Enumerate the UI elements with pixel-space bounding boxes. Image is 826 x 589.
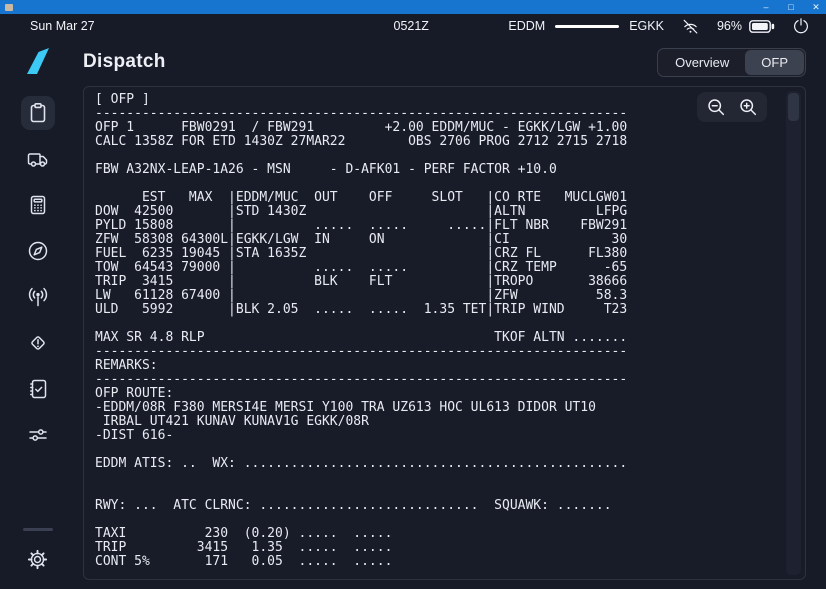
calculator-icon (26, 193, 50, 217)
window-close-button[interactable]: ✕ (811, 0, 821, 14)
page-title: Dispatch (83, 51, 166, 73)
flight-progress-bar (555, 25, 619, 28)
battery-icon (749, 20, 775, 33)
scrollbar-thumb[interactable] (788, 93, 799, 121)
origin-code: EDDM (508, 19, 545, 33)
window-titlebar[interactable]: – □ ✕ (0, 0, 826, 14)
zoom-in-icon (737, 96, 759, 118)
sidebar-item-navigation[interactable] (21, 234, 55, 268)
status-time: 0521Z (394, 19, 429, 33)
wifi-off-icon[interactable] (681, 17, 700, 36)
gear-icon (26, 548, 49, 571)
sidebar-item-atc[interactable] (21, 280, 55, 314)
power-icon[interactable] (792, 17, 810, 35)
clipboard-icon (26, 101, 50, 125)
tab-overview[interactable]: Overview (659, 50, 745, 75)
checklist-icon (26, 377, 50, 401)
sidebar-item-failures[interactable] (21, 326, 55, 360)
view-switcher: Overview OFP (657, 48, 806, 77)
status-date: Sun Mar 27 (16, 19, 95, 33)
window-controls: – □ ✕ (761, 0, 821, 14)
antenna-icon (26, 285, 50, 309)
sidebar-item-performance[interactable] (21, 188, 55, 222)
app-icon (5, 4, 13, 11)
sidebar-item-ground[interactable] (21, 142, 55, 176)
tab-ofp[interactable]: OFP (745, 50, 804, 75)
zoom-toolbar (697, 92, 767, 122)
sidebar-divider (23, 528, 53, 531)
sliders-icon (26, 423, 50, 447)
window-minimize-button[interactable]: – (761, 0, 771, 14)
zoom-out-button[interactable] (704, 95, 728, 119)
sidebar-item-settings[interactable] (21, 542, 55, 576)
sidebar-item-checklists[interactable] (21, 372, 55, 406)
status-bar: Sun Mar 27 0521Z EDDM EGKK 96% (0, 14, 826, 38)
zoom-out-icon (705, 96, 727, 118)
hazard-icon (26, 331, 50, 355)
flybywire-logo (25, 47, 51, 75)
sidebar-item-presets[interactable] (21, 418, 55, 452)
ofp-text[interactable]: [ OFP ] --------------------------------… (84, 87, 805, 579)
scrollbar[interactable] (786, 91, 801, 575)
sidebar (0, 38, 75, 589)
destination-code: EGKK (629, 19, 664, 33)
page-header: Dispatch Overview OFP (83, 38, 806, 86)
ofp-panel: [ OFP ] --------------------------------… (83, 86, 806, 580)
flight-progress: EDDM EGKK (508, 19, 664, 33)
battery-percent: 96% (717, 19, 742, 33)
window-maximize-button[interactable]: □ (786, 0, 796, 14)
compass-icon (26, 239, 50, 263)
truck-icon (26, 147, 50, 171)
zoom-in-button[interactable] (736, 95, 760, 119)
sidebar-item-dispatch[interactable] (21, 96, 55, 130)
